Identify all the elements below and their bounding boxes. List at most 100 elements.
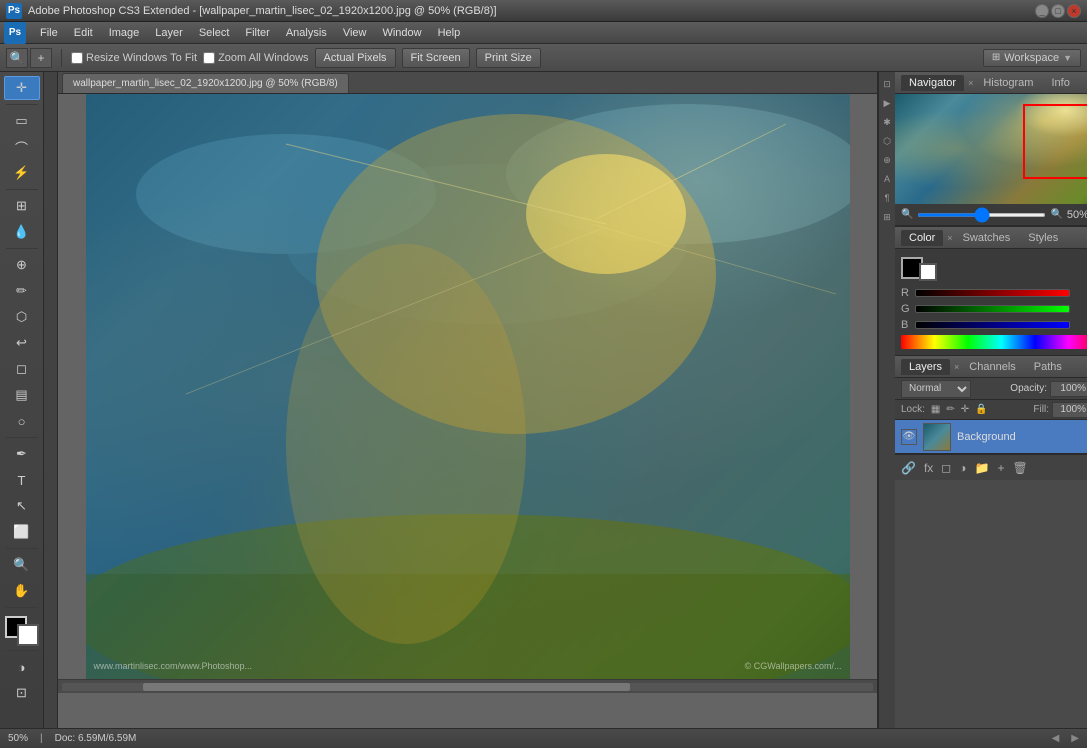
nav-red-box[interactable] [1023,104,1087,179]
tab-swatches[interactable]: Swatches [955,230,1019,246]
color-spectrum[interactable] [901,335,1087,349]
workspace-label: Workspace [1004,52,1059,64]
menu-view[interactable]: View [335,25,375,41]
r-slider[interactable] [915,289,1070,297]
nav-zoom-slider[interactable] [917,213,1046,217]
tool-heal[interactable]: ⊕ [4,253,40,277]
opacity-input[interactable] [1050,381,1087,397]
g-slider[interactable] [915,305,1070,313]
tool-history[interactable]: ↩ [4,331,40,355]
navigator-close[interactable]: × [968,78,973,88]
menu-analysis[interactable]: Analysis [278,25,335,41]
tool-move[interactable]: ✛ [4,76,40,100]
color-background-swatch[interactable] [919,263,937,281]
strip-btn-7[interactable]: ¶ [879,190,895,206]
strip-btn-4[interactable]: ⬡ [879,133,895,149]
layer-mask-button[interactable]: ◻ [941,461,951,475]
menu-select[interactable]: Select [191,25,238,41]
tool-marquee[interactable]: ▭ [4,109,40,133]
actual-pixels-button[interactable]: Actual Pixels [315,48,396,68]
resize-windows-checkbox[interactable] [71,52,83,64]
b-slider[interactable] [915,321,1070,329]
zoom-in-icon[interactable]: 🔍 [1050,209,1062,220]
tab-histogram[interactable]: Histogram [975,75,1041,91]
strip-btn-8[interactable]: ⊞ [879,209,895,225]
tool-brush[interactable]: ✏ [4,279,40,303]
tool-shape[interactable]: ⬜ [4,520,40,544]
blend-mode-select[interactable]: Normal Multiply Screen [901,380,971,398]
layer-delete-button[interactable]: 🗑 [1012,461,1027,475]
menu-window[interactable]: Window [374,25,429,41]
layer-item-background[interactable]: 👁 Background 🔒 [895,420,1087,454]
zoom-all-checkbox[interactable] [203,52,215,64]
layer-new-button[interactable]: + [997,461,1004,475]
layers-close[interactable]: × [954,362,959,372]
fit-screen-button[interactable]: Fit Screen [402,48,470,68]
tool-dodge[interactable]: ○ [4,409,40,433]
zoom-out-icon[interactable]: 🔍 [901,209,913,220]
color-close[interactable]: × [947,233,952,243]
tool-screen-mode[interactable]: ⊡ [4,681,40,705]
lock-image[interactable]: ✏ [946,404,954,415]
resize-windows-label[interactable]: Resize Windows To Fit [71,52,197,64]
tool-lasso[interactable]: ⌒ [4,135,40,159]
layer-group-button[interactable]: 📁 [975,461,990,475]
tool-gradient[interactable]: ▤ [4,383,40,407]
tool-path-select[interactable]: ↖ [4,494,40,518]
tool-eyedropper[interactable]: 💧 [4,220,40,244]
background-color[interactable] [17,624,39,646]
menu-edit[interactable]: Edit [66,25,101,41]
print-size-button[interactable]: Print Size [476,48,541,68]
strip-btn-5[interactable]: ⊕ [879,152,895,168]
zoom-all-label[interactable]: Zoom All Windows [203,52,308,64]
layer-link-button[interactable]: 🔗 [901,461,916,475]
fill-input[interactable] [1052,402,1087,418]
layers-list: 👁 Background 🔒 [895,420,1087,454]
canvas-wrapper[interactable]: www.martinlisec.com/www.Photoshop... © C… [58,94,877,679]
layer-eye-icon[interactable]: 👁 [901,429,917,445]
tab-paths[interactable]: Paths [1026,359,1070,375]
minimize-button[interactable]: _ [1035,4,1049,18]
workspace-button[interactable]: ⊞ Workspace ▼ [983,49,1081,67]
status-arrow-right[interactable]: ▶ [1071,733,1079,744]
menu-help[interactable]: Help [430,25,469,41]
zoom-out-button[interactable]: 🔍 [6,48,28,68]
zoom-in-button[interactable]: + [30,48,52,68]
tab-styles[interactable]: Styles [1020,230,1066,246]
lock-transparent[interactable]: ▦ [931,404,940,415]
maximize-button[interactable]: □ [1051,4,1065,18]
tool-clone[interactable]: ⬡ [4,305,40,329]
layer-adjustment-button[interactable]: ◑ [959,461,966,475]
status-arrow-left[interactable]: ◀ [1052,733,1060,744]
tool-hand[interactable]: ✋ [4,579,40,603]
lock-all[interactable]: 🔒 [975,404,987,415]
tab-layers[interactable]: Layers [901,359,950,375]
menu-filter[interactable]: Filter [237,25,277,41]
close-button[interactable]: × [1067,4,1081,18]
tool-zoom[interactable]: 🔍 [4,553,40,577]
tab-info[interactable]: Info [1043,75,1077,91]
tool-quick-mask[interactable]: ◑ [4,655,40,679]
tool-pen[interactable]: ✒ [4,442,40,466]
canvas-tab[interactable]: wallpaper_martin_lisec_02_1920x1200.jpg … [62,73,349,93]
strip-btn-1[interactable]: ⊡ [879,76,895,92]
lock-position[interactable]: ✛ [961,404,969,415]
tool-type[interactable]: T [4,468,40,492]
tab-navigator[interactable]: Navigator [901,75,964,91]
tab-channels[interactable]: Channels [961,359,1023,375]
strip-btn-2[interactable]: ▶ [879,95,895,111]
menu-layer[interactable]: Layer [147,25,191,41]
menu-image[interactable]: Image [101,25,148,41]
layer-fx-button[interactable]: fx [924,461,933,475]
strip-btn-6[interactable]: A [879,171,895,187]
tool-crop[interactable]: ⊞ [4,194,40,218]
menu-file[interactable]: File [32,25,66,41]
tool-eraser[interactable]: ◻ [4,357,40,381]
layers-footer: 🔗 fx ◻ ◑ 📁 + 🗑 [895,454,1087,480]
hscroll-thumb[interactable] [143,683,630,691]
watermark-left: www.martinlisec.com/www.Photoshop... [94,661,253,671]
strip-btn-3[interactable]: ✱ [879,114,895,130]
tab-color[interactable]: Color [901,230,943,246]
canvas-hscroll[interactable] [58,679,877,693]
tool-magic-wand[interactable]: ⚡ [4,161,40,185]
